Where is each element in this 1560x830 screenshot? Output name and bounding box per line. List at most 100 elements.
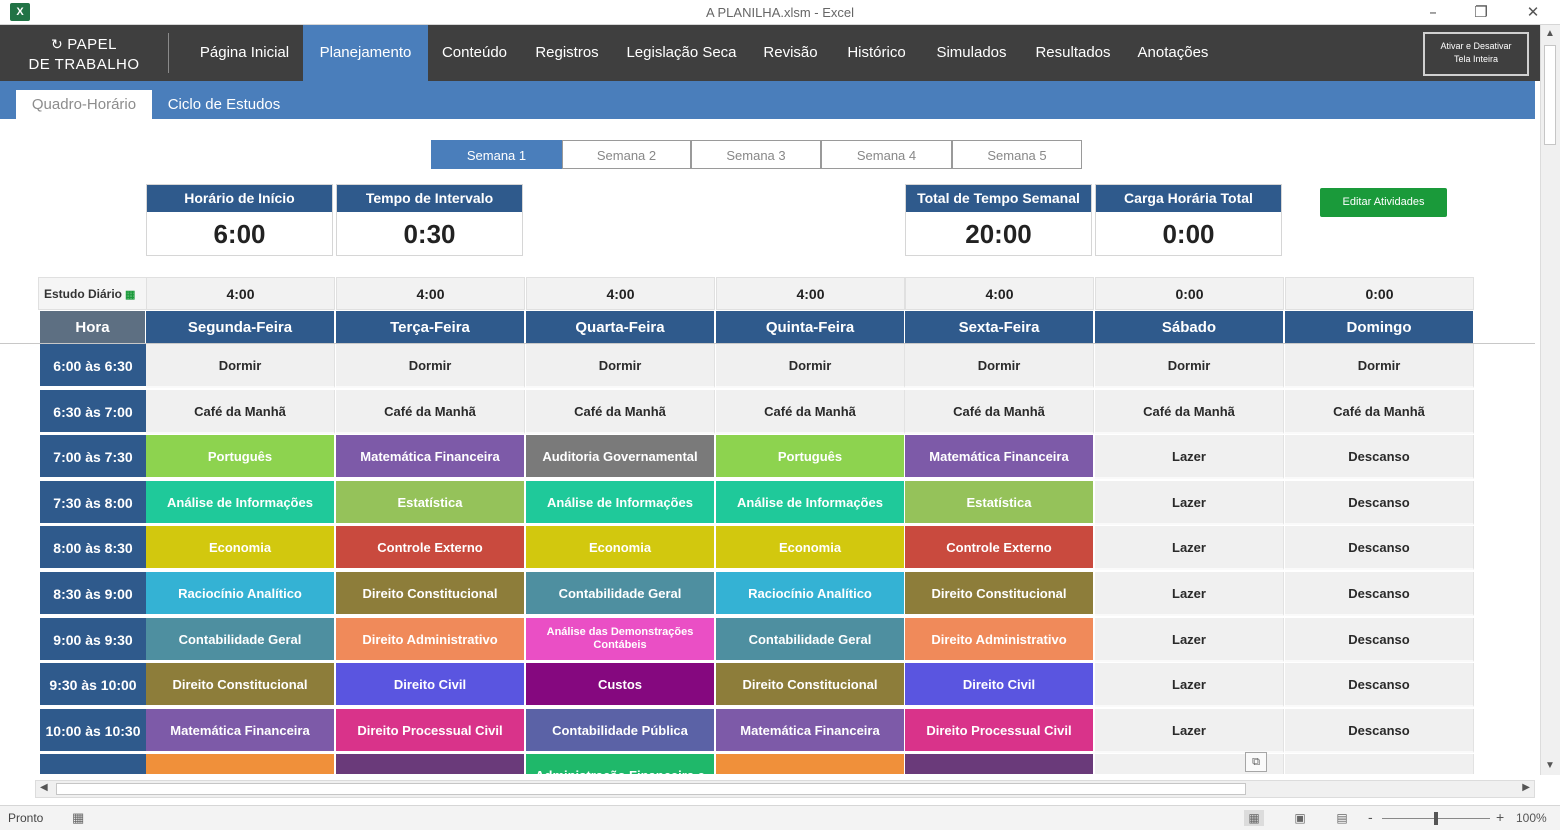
schedule-cell[interactable]: Contabilidade Geral (716, 618, 905, 662)
scroll-down-icon[interactable]: ▼ (1545, 760, 1555, 771)
zoom-level[interactable]: 100% (1516, 811, 1547, 825)
vertical-scroll-thumb[interactable] (1544, 45, 1556, 145)
cell-options-icon[interactable]: ⧉ (1245, 752, 1267, 772)
schedule-cell[interactable]: Lazer (1095, 709, 1284, 753)
normal-view-icon[interactable]: ▦ (1244, 810, 1264, 826)
scroll-right-icon[interactable]: ▶ (1522, 782, 1530, 793)
schedule-cell[interactable]: Direito Processual Civil (905, 709, 1094, 753)
schedule-cell[interactable]: Café da Manhã (1285, 390, 1474, 434)
nav-item-legislacao-seca[interactable]: Legislação Seca (613, 25, 750, 81)
fullscreen-toggle-button[interactable]: Ativar e Desativar Tela Inteira (1423, 32, 1529, 76)
schedule-cell[interactable]: Dormir (526, 344, 715, 388)
nav-item-historico[interactable]: Histórico (831, 25, 922, 81)
schedule-cell[interactable]: Estatística (905, 481, 1094, 525)
schedule-cell[interactable]: Análise de Informações (526, 481, 715, 525)
schedule-cell[interactable]: Matemática Financeira (905, 435, 1094, 479)
schedule-cell[interactable]: Direito Administrativo (905, 618, 1094, 662)
schedule-cell[interactable]: Direito Constitucional (905, 572, 1094, 616)
schedule-cell[interactable]: Matemática Financeira (716, 709, 905, 753)
schedule-cell[interactable]: Descanso (1285, 663, 1474, 707)
tab-semana-2[interactable]: Semana 2 (562, 140, 691, 169)
schedule-cell[interactable]: Descanso (1285, 435, 1474, 479)
schedule-cell[interactable]: Contabilidade Pública (526, 709, 715, 753)
schedule-cell[interactable]: Descanso (1285, 572, 1474, 616)
schedule-cell[interactable]: Análise de Informações (716, 481, 905, 525)
schedule-cell[interactable]: Matemática Financeira (146, 709, 335, 753)
schedule-cell[interactable]: Café da Manhã (1095, 390, 1284, 434)
schedule-cell[interactable]: Lazer (1095, 663, 1284, 707)
start-time-value[interactable]: 6:00 (147, 212, 332, 256)
schedule-cell[interactable]: Custos (526, 663, 715, 707)
nav-item-anotacoes[interactable]: Anotações (1125, 25, 1221, 81)
calendar-icon[interactable]: ▦ (125, 289, 135, 301)
page-break-preview-icon[interactable]: ▤ (1332, 810, 1352, 826)
schedule-cell[interactable]: Café da Manhã (336, 390, 525, 434)
schedule-cell[interactable]: Direito Civil (336, 663, 525, 707)
tab-semana-3[interactable]: Semana 3 (691, 140, 821, 169)
tab-semana-5[interactable]: Semana 5 (952, 140, 1082, 169)
schedule-cell[interactable]: Contabilidade Geral (146, 618, 335, 662)
page-layout-icon[interactable]: ▣ (1290, 810, 1310, 826)
zoom-slider-thumb[interactable] (1434, 812, 1438, 825)
schedule-cell[interactable]: Dormir (146, 344, 335, 388)
scroll-left-icon[interactable]: ◀ (40, 782, 48, 793)
schedule-cell[interactable]: Contabilidade Geral (526, 572, 715, 616)
schedule-cell[interactable]: Economia (146, 526, 335, 570)
schedule-cell[interactable]: Direito Administrativo (336, 618, 525, 662)
tab-semana-4[interactable]: Semana 4 (821, 140, 952, 169)
schedule-cell[interactable]: Matemática Financeira (336, 435, 525, 479)
schedule-cell[interactable]: Café da Manhã (146, 390, 335, 434)
schedule-cell[interactable]: Dormir (1285, 344, 1474, 388)
tab-semana-1[interactable]: Semana 1 (431, 140, 562, 169)
schedule-cell[interactable]: Raciocínio Analítico (716, 572, 905, 616)
nav-item-resultados[interactable]: Resultados (1021, 25, 1125, 81)
schedule-cell[interactable]: Direito Constitucional (146, 663, 335, 707)
schedule-cell[interactable]: Direito Civil (905, 663, 1094, 707)
schedule-cell[interactable]: Lazer (1095, 526, 1284, 570)
subtab-ciclo-de-estudos[interactable]: Ciclo de Estudos (156, 90, 292, 119)
nav-item-registros[interactable]: Registros (521, 25, 613, 81)
schedule-cell[interactable]: Dormir (905, 344, 1094, 388)
edit-activities-button[interactable]: Editar Atividades (1320, 188, 1447, 217)
minimize-button[interactable]: – (1418, 2, 1448, 22)
schedule-cell[interactable]: Dormir (716, 344, 905, 388)
schedule-cell[interactable]: Dormir (336, 344, 525, 388)
schedule-cell[interactable]: Lazer (1095, 572, 1284, 616)
schedule-cell[interactable]: Direito Constitucional (336, 572, 525, 616)
nav-item-revisao[interactable]: Revisão (750, 25, 831, 81)
schedule-cell[interactable]: Café da Manhã (526, 390, 715, 434)
schedule-cell[interactable]: Direito Constitucional (716, 663, 905, 707)
schedule-cell[interactable] (1285, 754, 1474, 774)
schedule-cell[interactable] (146, 754, 335, 774)
schedule-cell[interactable]: Português (146, 435, 335, 479)
macro-recording-icon[interactable]: ▦ (72, 810, 84, 826)
schedule-cell[interactable]: Análise de Informações (146, 481, 335, 525)
schedule-cell[interactable]: Descanso (1285, 526, 1474, 570)
nav-item-planejamento[interactable]: Planejamento (303, 25, 428, 81)
schedule-cell[interactable]: Lazer (1095, 435, 1284, 479)
schedule-cell[interactable]: Estatística (336, 481, 525, 525)
schedule-cell[interactable]: Descanso (1285, 709, 1474, 753)
schedule-cell[interactable]: Dormir (1095, 344, 1284, 388)
schedule-cell[interactable] (336, 754, 525, 774)
schedule-cell[interactable]: Descanso (1285, 618, 1474, 662)
zoom-out-button[interactable]: - (1368, 809, 1373, 825)
zoom-in-button[interactable]: + (1496, 809, 1504, 825)
schedule-cell[interactable]: Controle Externo (336, 526, 525, 570)
nav-item-pagina-inicial[interactable]: Página Inicial (186, 25, 303, 81)
nav-item-simulados[interactable]: Simulados (922, 25, 1021, 81)
interval-value[interactable]: 0:30 (337, 212, 522, 256)
close-button[interactable]: ✕ (1518, 2, 1548, 22)
schedule-cell[interactable]: Café da Manhã (716, 390, 905, 434)
schedule-cell[interactable]: Direito Processual Civil (336, 709, 525, 753)
schedule-cell[interactable]: Economia (526, 526, 715, 570)
schedule-cell[interactable]: Análise das Demonstrações Contábeis (526, 618, 715, 662)
nav-item-conteudo[interactable]: Conteúdo (428, 25, 521, 81)
schedule-cell[interactable]: Lazer (1095, 618, 1284, 662)
schedule-cell[interactable]: Controle Externo (905, 526, 1094, 570)
schedule-cell[interactable]: Café da Manhã (905, 390, 1094, 434)
horizontal-scrollbar[interactable]: ◀ ▶ (35, 780, 1535, 798)
schedule-cell[interactable]: Auditoria Governamental (526, 435, 715, 479)
schedule-cell[interactable] (905, 754, 1094, 774)
schedule-cell[interactable]: Descanso (1285, 481, 1474, 525)
